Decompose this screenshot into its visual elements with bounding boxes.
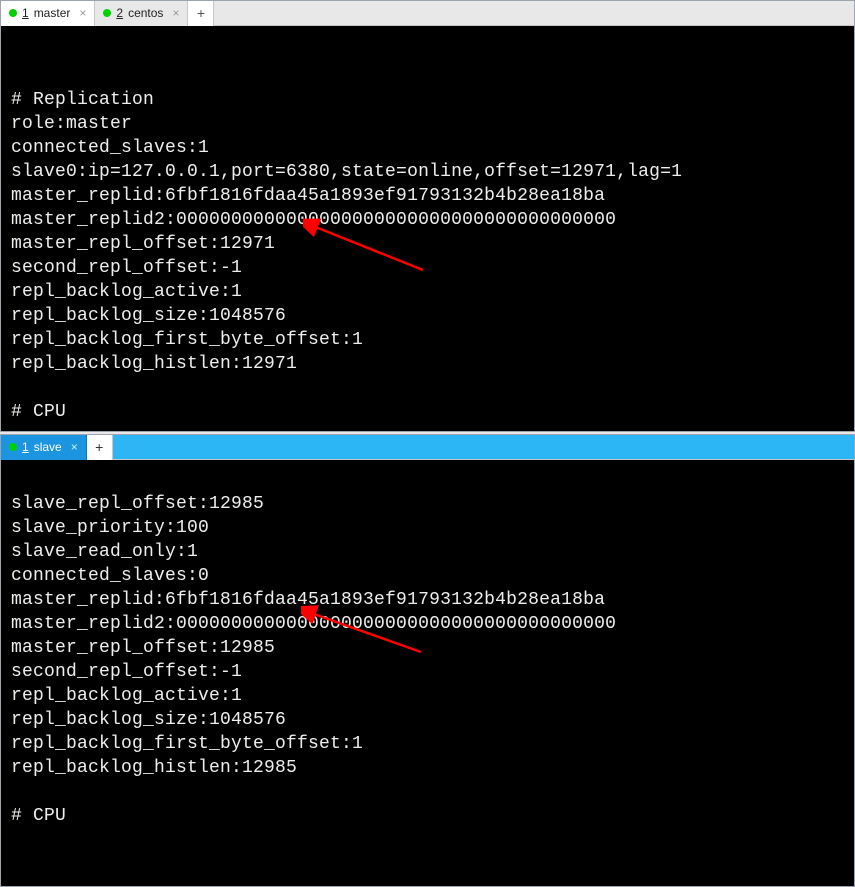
close-icon[interactable]: × xyxy=(71,441,78,453)
term-line: repl_backlog_active:1 xyxy=(11,282,242,302)
term-line: master_replid2:0000000000000000000000000… xyxy=(11,210,616,230)
terminal-bottom[interactable]: slave_repl_offset:12985 slave_priority:1… xyxy=(1,460,854,886)
term-line: master_replid:6fbf1816fdaa45a1893ef91793… xyxy=(11,590,605,610)
term-line: second_repl_offset:-1 xyxy=(11,662,242,682)
tab-centos[interactable]: 2 centos × xyxy=(95,1,188,26)
close-icon[interactable]: × xyxy=(172,7,179,19)
term-line: # CPU xyxy=(11,402,66,422)
close-icon[interactable]: × xyxy=(79,7,86,19)
tab-num: 1 xyxy=(22,6,29,20)
term-line: connected_slaves:0 xyxy=(11,566,209,586)
term-line: master_replid:6fbf1816fdaa45a1893ef91793… xyxy=(11,186,605,206)
term-line: role:master xyxy=(11,114,132,134)
term-line: repl_backlog_active:1 xyxy=(11,686,242,706)
bottom-tabbar: 1 slave × + xyxy=(1,435,854,460)
term-line: repl_backlog_histlen:12985 xyxy=(11,758,297,778)
status-dot-icon xyxy=(103,9,111,17)
term-line: slave_repl_offset:12985 xyxy=(11,494,264,514)
status-dot-icon xyxy=(9,9,17,17)
term-line: master_repl_offset:12971 xyxy=(11,234,275,254)
top-tabbar: 1 master × 2 centos × + xyxy=(1,1,854,26)
term-line: repl_backlog_size:1048576 xyxy=(11,306,286,326)
term-line: slave_priority:100 xyxy=(11,518,209,538)
new-tab-button[interactable]: + xyxy=(87,435,113,460)
slave-panel: 1 slave × + slave_repl_offset:12985 slav… xyxy=(0,434,855,887)
term-line: slave0:ip=127.0.0.1,port=6380,state=onli… xyxy=(11,162,682,182)
term-line: # Replication xyxy=(11,90,154,110)
tab-num: 1 xyxy=(22,440,29,454)
tab-slave[interactable]: 1 slave × xyxy=(1,435,87,460)
term-line: repl_backlog_histlen:12971 xyxy=(11,354,297,374)
term-line: slave_read_only:1 xyxy=(11,542,198,562)
tab-label: centos xyxy=(128,6,163,20)
term-line: repl_backlog_first_byte_offset:1 xyxy=(11,734,363,754)
tab-num: 2 xyxy=(116,6,123,20)
term-line: master_repl_offset:12985 xyxy=(11,638,275,658)
terminal-top[interactable]: # Replication role:master connected_slav… xyxy=(1,26,854,431)
term-line: repl_backlog_size:1048576 xyxy=(11,710,286,730)
tab-label: master xyxy=(34,6,71,20)
new-tab-button[interactable]: + xyxy=(188,1,214,26)
term-line: second_repl_offset:-1 xyxy=(11,258,242,278)
term-line: repl_backlog_first_byte_offset:1 xyxy=(11,330,363,350)
status-dot-icon xyxy=(9,443,17,451)
term-line: master_replid2:0000000000000000000000000… xyxy=(11,614,616,634)
term-line: connected_slaves:1 xyxy=(11,138,209,158)
term-line: # CPU xyxy=(11,806,66,826)
tab-label: slave xyxy=(34,440,62,454)
master-panel: 1 master × 2 centos × + # Replication ro… xyxy=(0,0,855,432)
tab-master[interactable]: 1 master × xyxy=(1,1,95,26)
